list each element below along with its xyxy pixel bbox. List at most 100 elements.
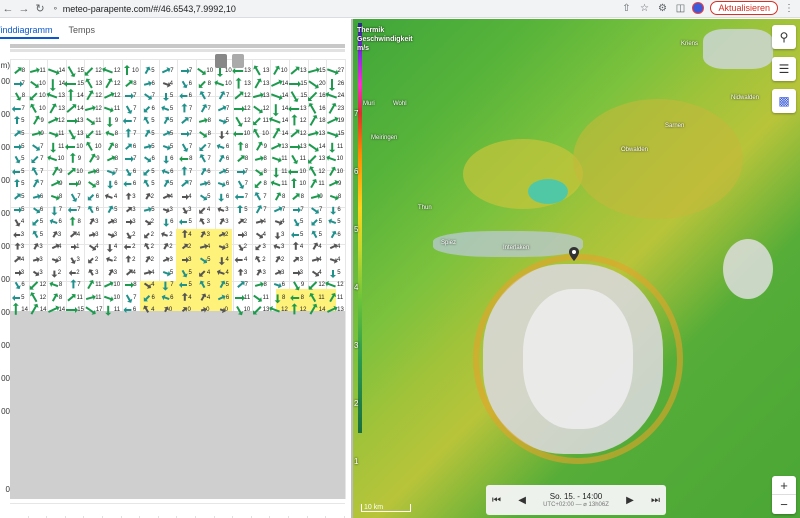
wind-speed: 5 [318,219,322,226]
wind-arrow-icon [200,105,206,113]
wind-cell: 12 [233,115,252,127]
wind-arrow-icon [309,167,317,177]
wind-arrow-icon [125,282,135,289]
tab-temps[interactable]: Temps [69,19,102,39]
wind-arrow-icon [234,92,243,100]
wind-arrow-icon [326,131,337,137]
wind-arrow-icon [32,156,39,163]
wind-speed: 3 [243,269,248,276]
wind-cell: 9 [308,191,327,203]
wind-arrow-icon [220,131,223,137]
wind-speed: 9 [263,143,267,150]
wind-arrow-icon [66,118,79,125]
wind-speed: 10 [243,131,251,137]
last-time-icon[interactable]: ⏭ [651,495,660,506]
wind-speed: 5 [151,181,155,188]
tab-winddiagramm[interactable]: Winddiagramm [0,19,59,39]
wind-arrow-icon [200,219,206,225]
bookmark-star-icon[interactable]: ☆ [638,3,650,14]
wind-cell: 10 [66,141,85,153]
wind-cell: 9 [29,115,48,127]
sidepanel-icon[interactable]: ◫ [674,3,686,14]
wind-cell: 11 [66,292,85,304]
wind-arrow-icon [255,168,263,175]
cloud-strip-lower [10,49,345,52]
next-time-icon[interactable]: ▶ [626,495,634,506]
wind-cell: 3 [215,204,234,216]
thermal-map[interactable]: Thermik Geschwindigkeit m/s 7 6 5 4 3 2 1 Muri… [353,19,800,518]
wind-cell: 15 [289,78,308,90]
wind-arrow-icon [106,131,114,137]
forward-icon[interactable]: → [16,1,32,17]
wind-arrow-icon [52,232,57,238]
wind-cell: 2 [159,241,178,253]
wind-speed: 26 [337,80,345,87]
first-time-icon[interactable]: ⏮ [492,495,501,506]
wind-arrow-icon [219,232,225,237]
wind-cell: 3 [196,229,215,241]
menu-icon[interactable]: ⋮ [784,3,794,14]
time-display[interactable]: So. 15. - 14:00 UTC+02:00 — ⌀ 13h06Z [543,492,609,508]
wind-cell: 13 [326,304,345,316]
wind-arrow-icon [32,258,39,262]
wind-arrow-icon [327,156,336,162]
wind-speed: 11 [318,294,325,301]
wind-arrow-icon [143,81,151,86]
wind-arrow-icon [218,106,226,112]
wind-speed: 5 [151,118,155,125]
wind-cell: 13 [308,153,327,165]
wind-arrow-icon [274,270,281,275]
wind-cell: 14 [270,128,289,140]
extensions-icon[interactable]: ⚙ [656,3,668,14]
wind-speed: 6 [114,181,118,188]
wind-speed: 6 [132,307,137,314]
wind-arrow-icon [125,156,134,163]
wind-cell: 5 [233,204,252,216]
wind-arrow-icon [181,95,188,98]
share-icon[interactable]: ⇧ [620,3,632,14]
wind-cell: 3 [47,254,66,266]
wind-arrow-icon [332,269,335,276]
wind-speed: 5 [151,131,155,137]
chart-icon[interactable]: ▩ [772,89,796,113]
wind-arrow-icon [234,133,243,135]
search-icon[interactable]: ⚲ [772,25,796,49]
wind-arrow-icon [183,105,186,113]
wind-arrow-icon [31,132,40,136]
wind-arrow-icon [125,93,134,100]
location-pin-icon[interactable] [569,247,579,261]
back-icon[interactable]: ← [0,1,16,17]
wind-arrow-icon [290,67,299,75]
wind-speed: 11 [58,143,65,150]
wind-speed: 11 [281,168,288,175]
address-bar[interactable]: ⚬ meteo-parapente.com/#/46.6543,7.9992,1… [52,4,236,14]
wind-cell: 14 [270,90,289,102]
wind-cell: 7 [233,279,252,291]
wind-cell: 7 [159,279,178,291]
reload-icon[interactable]: ↻ [32,1,48,17]
wind-arrow-icon [144,67,150,75]
wind-cell: 16 [308,103,327,115]
prev-time-icon[interactable]: ◀ [518,495,526,506]
wind-speed: 5 [318,231,322,238]
zoom-out-button[interactable]: − [772,495,796,514]
wind-speed: 5 [188,282,192,289]
profile-avatar[interactable] [692,2,705,14]
wind-arrow-icon [236,168,246,175]
wind-cell: 4 [140,267,159,279]
wind-cell: 14 [308,141,327,153]
update-button[interactable]: Aktualisieren [710,1,778,15]
wind-arrow-icon [163,181,169,188]
wind-cell: 4 [196,267,215,279]
wind-arrow-icon [103,68,113,74]
wind-arrow-icon [312,244,317,251]
filter-settings-icon[interactable]: ☰ [772,57,796,81]
zoom-in-button[interactable]: + [772,476,796,495]
wind-speed: 4 [206,206,211,213]
wind-cell: 15 [66,65,85,77]
wind-speed: 7 [133,118,137,125]
wind-arrow-icon [87,181,96,188]
wind-speed: 7 [170,282,174,289]
wind-cell: 14 [47,65,66,77]
wind-arrow-icon [14,305,17,316]
